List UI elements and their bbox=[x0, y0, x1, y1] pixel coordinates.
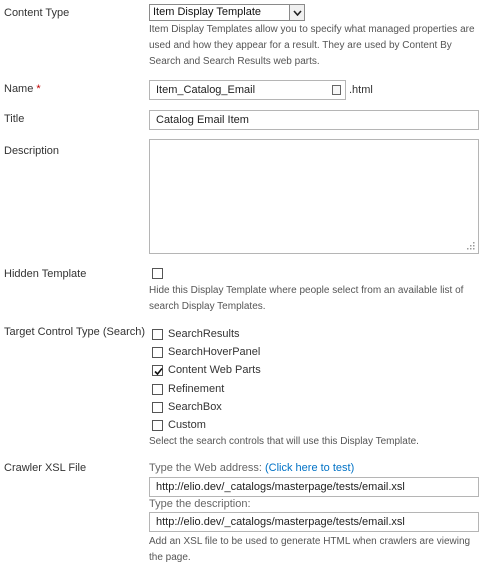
input-menu-icon[interactable] bbox=[332, 85, 341, 95]
content-type-label: Content Type bbox=[4, 7, 70, 19]
checkbox-searchhoverpanel[interactable] bbox=[152, 347, 163, 358]
description-prompt: Type the description: bbox=[149, 498, 251, 510]
target-control-label: Target Control Type (Search) bbox=[4, 326, 146, 338]
checkbox-label-searchhoverpanel: SearchHoverPanel bbox=[168, 346, 261, 358]
address-prompt-text: Type the Web address: bbox=[149, 462, 265, 474]
content-type-select[interactable]: Item Display Template bbox=[149, 4, 305, 21]
test-link-close: ) bbox=[350, 462, 355, 474]
crawler-address-input[interactable]: http://elio.dev/_catalogs/masterpage/tes… bbox=[149, 477, 479, 497]
content-type-help: Item Display Templates allow you to spec… bbox=[149, 24, 475, 67]
checkbox-content-web-parts[interactable] bbox=[152, 365, 163, 376]
checkbox-label-content-web-parts: Content Web Parts bbox=[168, 364, 261, 376]
hidden-template-label: Hidden Template bbox=[4, 268, 87, 280]
target-control-help: Select the search controls that will use… bbox=[149, 436, 419, 447]
checkmark-icon bbox=[154, 367, 163, 376]
checkbox-refinement[interactable] bbox=[152, 384, 163, 395]
crawler-xsl-label: Crawler XSL File bbox=[4, 462, 87, 474]
name-input[interactable]: Item_Catalog_Email bbox=[149, 80, 346, 100]
checkbox-label-searchbox: SearchBox bbox=[168, 401, 222, 413]
crawler-description-value: http://elio.dev/_catalogs/masterpage/tes… bbox=[156, 516, 405, 528]
hidden-template-help: Hide this Display Template where people … bbox=[149, 285, 464, 312]
crawler-description-input[interactable]: http://elio.dev/_catalogs/masterpage/tes… bbox=[149, 512, 479, 532]
chevron-down-icon[interactable] bbox=[289, 5, 304, 20]
name-input-value: Item_Catalog_Email bbox=[156, 84, 256, 96]
checkbox-label-custom: Custom bbox=[168, 419, 206, 431]
title-label: Title bbox=[4, 113, 25, 125]
required-marker: * bbox=[36, 83, 41, 95]
name-label-text: Name bbox=[4, 83, 34, 95]
checkbox-label-searchresults: SearchResults bbox=[168, 328, 240, 340]
title-input-value: Catalog Email Item bbox=[156, 114, 249, 126]
resize-grip-icon[interactable] bbox=[466, 241, 475, 250]
content-type-selected-value: Item Display Template bbox=[153, 6, 262, 18]
description-textarea[interactable] bbox=[149, 139, 479, 254]
address-prompt: Type the Web address: (Click here to tes… bbox=[149, 462, 354, 474]
checkbox-searchbox[interactable] bbox=[152, 402, 163, 413]
checkbox-label-refinement: Refinement bbox=[168, 383, 225, 395]
crawler-address-value: http://elio.dev/_catalogs/masterpage/tes… bbox=[156, 481, 405, 493]
checkbox-custom[interactable] bbox=[152, 420, 163, 431]
hidden-template-checkbox[interactable] bbox=[152, 268, 163, 279]
name-suffix: .html bbox=[349, 84, 373, 96]
name-label: Name * bbox=[4, 83, 41, 95]
click-here-to-test-link[interactable]: Click here to test bbox=[269, 462, 351, 474]
crawler-xsl-help: Add an XSL file to be used to generate H… bbox=[149, 536, 471, 563]
description-label: Description bbox=[4, 145, 60, 157]
checkbox-searchresults[interactable] bbox=[152, 329, 163, 340]
title-input[interactable]: Catalog Email Item bbox=[149, 110, 479, 130]
